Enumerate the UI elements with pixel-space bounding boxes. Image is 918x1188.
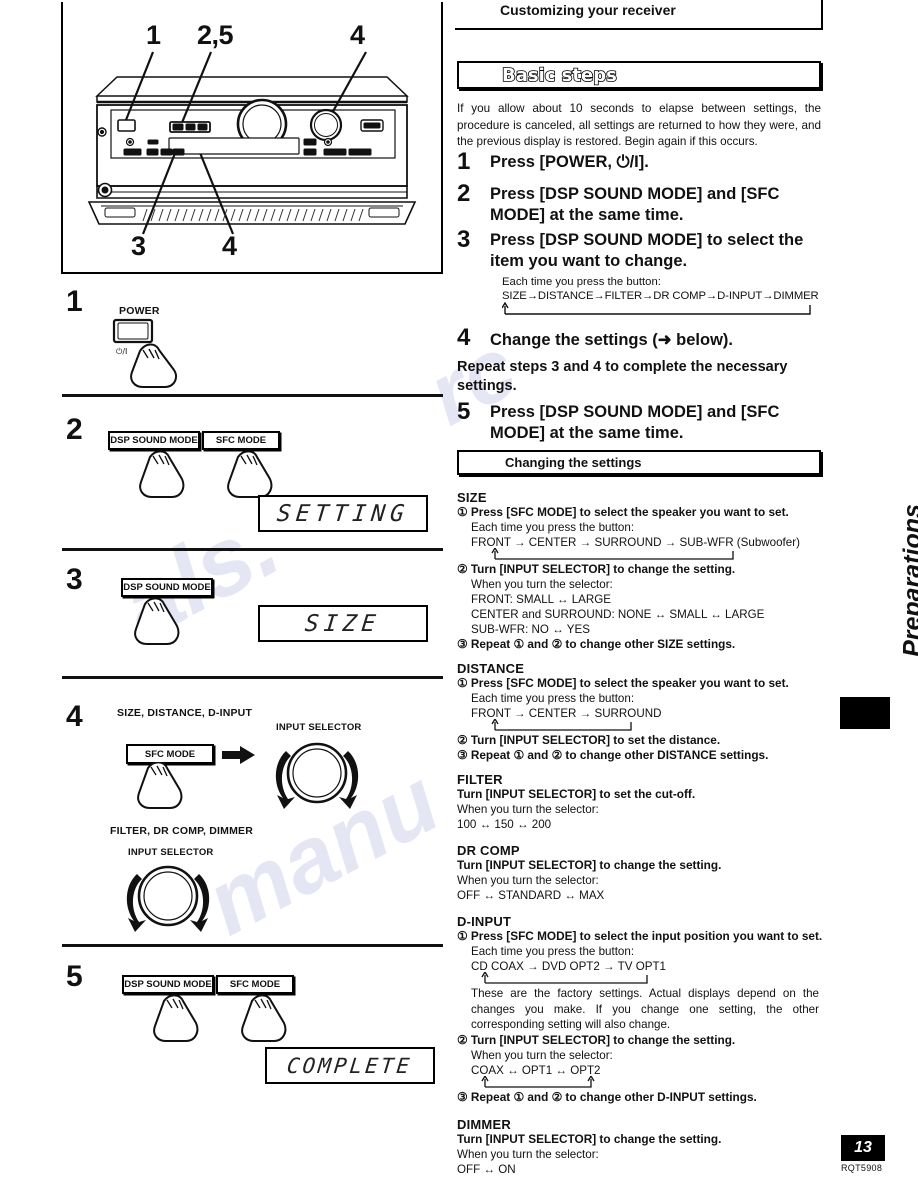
document-code: RQT5908: [841, 1163, 883, 1173]
figure-step-1-drawing: ⏻/I: [112, 318, 177, 388]
size-line-4: ② Turn [INPUT SELECTOR] to change the se…: [457, 562, 736, 576]
page-number: 13: [854, 1139, 872, 1156]
size-line-9: ③ Repeat ① and ② to change other SIZE se…: [457, 637, 736, 651]
side-tab: Preparations: [856, 470, 918, 720]
step-1-text: Press [POWER, ⏻/I].: [490, 153, 649, 171]
step-2-text: Press [DSP SOUND MODE] and [SFC MODE] at…: [490, 185, 780, 224]
dinput-paragraph: These are the factory settings. Actual d…: [471, 987, 819, 1031]
display-complete: COMPLETE: [265, 1047, 435, 1084]
basic-steps-label: Basic steps: [501, 64, 617, 87]
display-size: SIZE: [258, 605, 428, 642]
divider-4: [62, 944, 443, 947]
drcomp-line-2: OFF ↔ STANDARD ↔ MAX: [457, 889, 605, 902]
button-dsp-sound-mode-step5[interactable]: DSP SOUND MODE: [122, 975, 214, 994]
figure-step-2-hands: [139, 450, 273, 498]
step-3-note-label: Each time you press the button:: [502, 276, 661, 288]
dimmer-line-1: When you turn the selector:: [457, 1148, 599, 1161]
power-button-caption: POWER: [119, 305, 160, 317]
setting-heading-distance: DISTANCE: [457, 661, 525, 676]
dinput-line-5: ② Turn [INPUT SELECTOR] to change the se…: [457, 1033, 736, 1047]
figure-step-5-number: 5: [66, 960, 83, 993]
dinput-line-9: ③ Repeat ① and ② to change other D-INPUT…: [457, 1090, 757, 1104]
button-dsp-sound-mode-step2[interactable]: DSP SOUND MODE: [108, 431, 200, 450]
figure-step-1-number: 1: [66, 285, 83, 318]
left-illustration-column: 1 2,5 4 3 4 1 POWER ⏻/I 2 DSP SOUND MODE…: [0, 0, 455, 1188]
button-dsp-sound-mode-step3[interactable]: DSP SOUND MODE: [121, 578, 213, 597]
dinput-loop-arrow-2: [481, 1076, 595, 1088]
divider-1: [62, 394, 443, 397]
size-line-7: CENTER and SURROUND: NONE ↔ SMALL ↔ LARG…: [471, 608, 765, 621]
button-sfc-mode-step5[interactable]: SFC MODE: [216, 975, 294, 994]
setting-heading-size: SIZE: [457, 490, 487, 505]
size-line-1: Each time you press the button:: [471, 521, 635, 534]
divider-2: [62, 548, 443, 551]
input-selector-caption-a: INPUT SELECTOR: [276, 722, 362, 733]
setting-heading-dimmer: DIMMER: [457, 1117, 511, 1132]
receiver-front-panel-drawing: [87, 51, 417, 235]
step4-group-a-caption: SIZE, DISTANCE, D-INPUT: [117, 707, 253, 719]
size-line-6: FRONT: SMALL ↔ LARGE: [471, 593, 612, 606]
section-thumb-marker: [840, 697, 890, 729]
step-3-text: Press [DSP SOUND MODE] to select the ite…: [490, 231, 804, 270]
figure-step-4-number: 4: [66, 700, 83, 733]
input-selector-caption-b: INPUT SELECTOR: [128, 847, 214, 858]
button-sfc-mode-step2[interactable]: SFC MODE: [202, 431, 280, 450]
intro-paragraph: If you allow about 10 seconds to elapse …: [457, 102, 821, 148]
figure-step-4-hand: [137, 762, 183, 809]
button-sfc-mode-step4[interactable]: SFC MODE: [126, 744, 214, 764]
drcomp-line-1: When you turn the selector:: [457, 874, 599, 887]
display-setting: SETTING: [258, 495, 428, 532]
size-loop-arrow: [491, 548, 734, 560]
knob-input-selector-a[interactable]: [262, 733, 372, 813]
chapter-title: Customizing your receiver: [500, 2, 676, 18]
setting-heading-d-input: D-INPUT: [457, 914, 512, 929]
power-symbol-glyph: ⏻/I: [116, 347, 127, 356]
figure-step-2-number: 2: [66, 413, 83, 446]
drcomp-line-0: Turn [INPUT SELECTOR] to change the sett…: [457, 858, 722, 872]
step-4-text: Change the settings (➜ below).: [490, 331, 734, 349]
size-line-0: ① Press [SFC MODE] to select the speaker…: [457, 505, 789, 519]
distance-line-0: ① Press [SFC MODE] to select the speaker…: [457, 676, 789, 690]
step4-group-b-caption: FILTER, DR COMP, DIMMER: [110, 825, 254, 837]
setting-heading-filter: FILTER: [457, 772, 503, 787]
step-3-number: 3: [457, 226, 471, 253]
filter-line-1: When you turn the selector:: [457, 803, 599, 816]
dimmer-line-2: OFF ↔ ON: [457, 1163, 516, 1176]
figure-step-3-hand: [134, 597, 180, 645]
dinput-line-6: When you turn the selector:: [471, 1049, 613, 1062]
filter-line-0: Turn [INPUT SELECTOR] to set the cut-off…: [457, 787, 696, 801]
step-5-text: Press [DSP SOUND MODE] and [SFC MODE] at…: [490, 403, 780, 442]
figure-step-5-hands: [153, 994, 287, 1042]
size-line-5: When you turn the selector:: [471, 578, 613, 591]
step-2-number: 2: [457, 180, 471, 207]
distance-line-5: ③ Repeat ① and ② to change other DISTANC…: [457, 748, 769, 762]
step-5-number: 5: [457, 398, 471, 425]
divider-3: [62, 676, 443, 679]
distance-loop-arrow: [491, 719, 632, 731]
step-3-flow: SIZE→DISTANCE→FILTER→DR COMP→D-INPUT→DIM…: [502, 290, 819, 302]
arrow-right-icon: [222, 746, 255, 764]
knob-input-selector-b[interactable]: [113, 858, 223, 938]
step-3-loop-arrow: [502, 302, 811, 315]
page-number-box: 13: [841, 1135, 885, 1161]
changing-settings-label: Changing the settings: [505, 455, 642, 470]
step-4-number: 4: [457, 324, 471, 351]
figure-step-3-number: 3: [66, 563, 83, 596]
repeat-note: Repeat steps 3 and 4 to complete the nec…: [457, 359, 788, 394]
manual-page: als. rc manu 1 2,5 4 3 4 1 POWER ⏻/I 2 D…: [0, 0, 918, 1188]
dinput-loop-arrow-1: [481, 972, 648, 984]
dimmer-line-0: Turn [INPUT SELECTOR] to change the sett…: [457, 1132, 722, 1146]
filter-line-2: 100 ↔ 150 ↔ 200: [457, 818, 552, 831]
dinput-line-1: Each time you press the button:: [471, 945, 635, 958]
step-1-number: 1: [457, 148, 471, 175]
distance-line-4: ② Turn [INPUT SELECTOR] to set the dista…: [457, 733, 721, 747]
setting-heading-dr-comp: DR COMP: [457, 843, 520, 858]
size-line-8: SUB-WFR: NO ↔ YES: [471, 623, 590, 636]
dinput-line-0: ① Press [SFC MODE] to select the input p…: [457, 929, 823, 943]
side-tab-label: Preparations: [898, 504, 918, 657]
distance-line-1: Each time you press the button:: [471, 692, 635, 705]
